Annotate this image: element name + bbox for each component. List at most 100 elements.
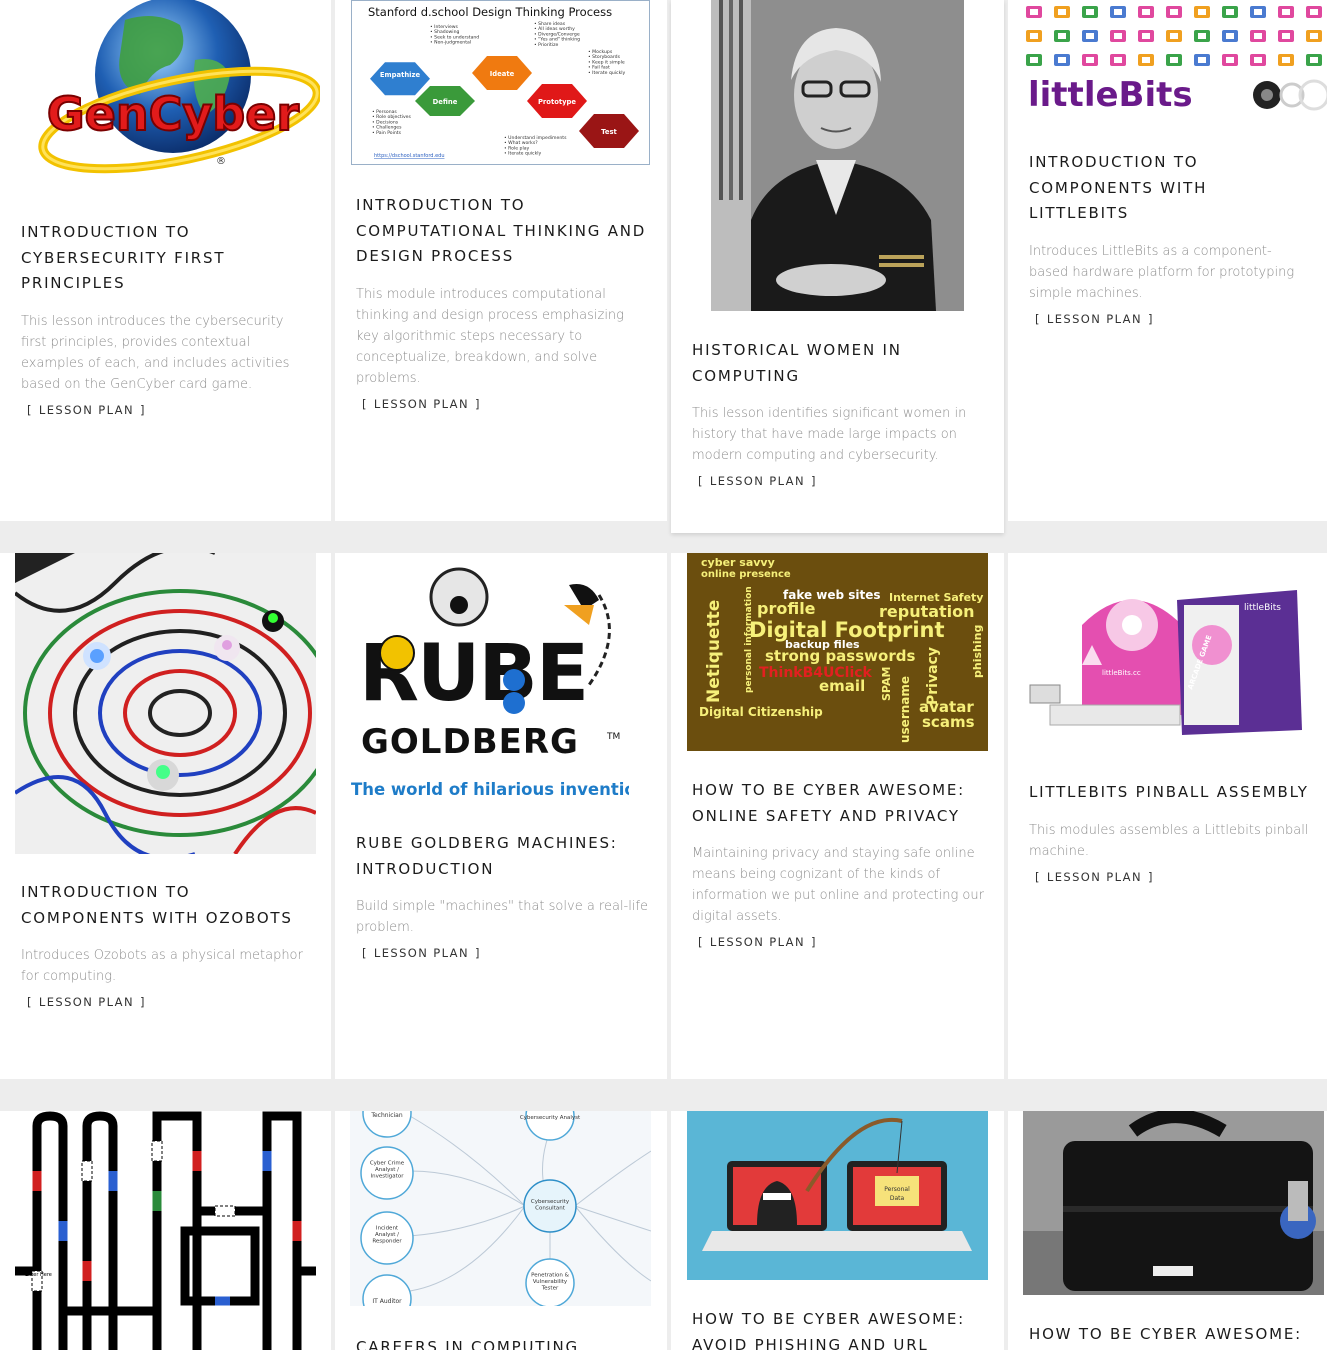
gencyber-logo-image[interactable]: GenCyber ® xyxy=(30,0,320,190)
svg-text:®: ® xyxy=(216,156,226,167)
svg-text:• Pain Points: • Pain Points xyxy=(372,130,402,136)
lesson-plan-link[interactable]: [Lesson Plan] xyxy=(356,946,487,960)
lesson-card-ozobot-maze[interactable]: Enter Here xyxy=(0,1111,331,1350)
svg-text:Cybersecurity Analyst: Cybersecurity Analyst xyxy=(520,1115,581,1121)
lesson-title[interactable]: Introduction to Computational Thinking a… xyxy=(356,193,649,270)
lesson-plan-link[interactable]: [Lesson Plan] xyxy=(692,474,823,488)
svg-text:• Challenges: • Challenges xyxy=(372,125,402,131)
lesson-title[interactable]: How to be Cyber Awesome: xyxy=(1029,1322,1309,1348)
portrait-photo-image[interactable] xyxy=(711,0,964,311)
svg-text:Enter Here: Enter Here xyxy=(25,1272,52,1278)
lesson-title[interactable]: Careers in Computing xyxy=(356,1335,649,1350)
svg-text:SPAM: SPAM xyxy=(880,667,893,701)
svg-text:• Prioritize: • Prioritize xyxy=(534,42,558,48)
svg-text:Netiquette: Netiquette xyxy=(704,600,724,703)
svg-text:IncidentAnalyst /Responder: Incident Analyst / Responder xyxy=(372,1226,402,1245)
lesson-description: This module introduces computational thi… xyxy=(356,286,624,386)
gencyber-logo-text: GenCyber xyxy=(47,87,300,141)
lesson-card-computational-thinking[interactable]: Stanford d.school Design Thinking Proces… xyxy=(335,0,667,521)
lesson-title[interactable]: Introduction to Components with LittleBi… xyxy=(1029,150,1309,227)
ozobot-maze-image[interactable]: Enter Here xyxy=(15,1111,316,1350)
lesson-card-rube-goldberg[interactable]: RUBE GOLDBERG TM The world of hilarious … xyxy=(335,553,667,1079)
svg-text:Stanford d.school Design Think: Stanford d.school Design Thinking Proces… xyxy=(368,5,612,19)
svg-text:• Fail fast: • Fail fast xyxy=(588,65,610,71)
rube-goldberg-logo-image[interactable]: RUBE GOLDBERG TM The world of hilarious … xyxy=(349,565,629,805)
lesson-plan-link[interactable]: [Lesson Plan] xyxy=(1029,312,1160,326)
lesson-card-careers[interactable]: Technician Cyber Crime Analyst / Investiga… xyxy=(335,1111,667,1350)
svg-text:• Mockups: • Mockups xyxy=(588,49,613,55)
svg-text:email: email xyxy=(819,677,865,695)
lesson-plan-link[interactable]: [Lesson Plan] xyxy=(21,403,152,417)
locked-case-photo[interactable] xyxy=(1023,1111,1324,1295)
svg-text:• Seek to understand: • Seek to understand xyxy=(430,34,479,40)
lesson-plan-link[interactable]: [Lesson Plan] xyxy=(356,397,487,411)
lesson-description: Introduces LittleBits as a component-bas… xyxy=(1029,243,1295,301)
svg-text:Technician: Technician xyxy=(370,1112,403,1119)
svg-text:personal information: personal information xyxy=(744,586,754,693)
lesson-title[interactable]: Rube Goldberg Machines: Introduction xyxy=(356,831,649,882)
svg-text:Empathize: Empathize xyxy=(380,71,421,79)
pinball-kit-photo[interactable]: littleBits ARCADE GAME littleBits.cc xyxy=(1022,565,1312,755)
lesson-card-littlebits[interactable]: littleBits Introduction to Components wi… xyxy=(1008,0,1327,521)
svg-text:Test: Test xyxy=(601,128,617,136)
svg-text:• Non-judgmental: • Non-judgmental xyxy=(430,40,471,46)
lesson-card-cyber-awesome-lock[interactable]: How to be Cyber Awesome: xyxy=(1008,1111,1327,1350)
svg-text:online presence: online presence xyxy=(701,569,791,580)
lesson-card-littlebits-pinball[interactable]: littleBits ARCADE GAME littleBits.cc Lit… xyxy=(1008,553,1327,1079)
svg-text:• Shadowing: • Shadowing xyxy=(430,29,459,35)
lesson-title[interactable]: How to be Cyber Awesome: Online Safety a… xyxy=(692,778,986,829)
digital-footprint-wordcloud-image[interactable]: cyber savvy online presence fake web sit… xyxy=(687,553,988,751)
svg-text:Ideate: Ideate xyxy=(490,70,515,78)
svg-text:• Iterate quickly: • Iterate quickly xyxy=(588,70,626,76)
svg-text:• Decisions: • Decisions xyxy=(372,119,399,125)
svg-text:• Storyboards: • Storyboards xyxy=(588,54,621,60)
svg-text:• "Yes and" thinking: • "Yes and" thinking xyxy=(534,37,580,43)
svg-text:Data: Data xyxy=(890,1195,905,1202)
lesson-title[interactable]: Introduction to Components with Ozobots xyxy=(21,880,313,931)
svg-text:IT Auditor: IT Auditor xyxy=(372,1298,402,1305)
svg-text:TM: TM xyxy=(606,732,620,742)
lesson-title[interactable]: Introduction to Cybersecurity First Prin… xyxy=(21,220,313,297)
lesson-title[interactable]: LittleBits Pinball Assembly xyxy=(1029,780,1309,806)
lesson-description: Build simple "machines" that solve a rea… xyxy=(356,899,649,935)
svg-text:username: username xyxy=(898,676,912,743)
svg-text:Digital Citizenship: Digital Citizenship xyxy=(699,705,823,719)
careers-diagram-image[interactable]: Technician Cyber Crime Analyst / Investiga… xyxy=(350,1111,651,1306)
svg-text:Privacy: Privacy xyxy=(925,647,941,705)
svg-text:• What works?: • What works? xyxy=(504,140,538,146)
lesson-title[interactable]: How to be Cyber Awesome: Avoid Phishing … xyxy=(692,1307,986,1350)
lesson-description: This lesson identifies significant women… xyxy=(692,406,967,463)
svg-text:strong passwords: strong passwords xyxy=(765,647,915,665)
svg-text:• Keep it simple: • Keep it simple xyxy=(588,59,625,65)
lesson-card-ozobots[interactable]: Introduction to Components with Ozobots … xyxy=(0,553,331,1079)
svg-text:phishing: phishing xyxy=(971,625,984,678)
rube-tagline: The world of hilarious invention! xyxy=(351,780,629,799)
svg-text:scams: scams xyxy=(922,713,975,731)
lesson-card-cybersecurity-principles[interactable]: GenCyber ® Introduction to Cybersecurity… xyxy=(0,0,331,521)
lesson-title[interactable]: Historical Women in Computing xyxy=(692,338,986,389)
svg-text:• Iterate quickly: • Iterate quickly xyxy=(504,151,542,157)
svg-text:littleBits.cc: littleBits.cc xyxy=(1102,669,1141,677)
lesson-description: This lesson introduces the cybersecurity… xyxy=(21,313,290,392)
lesson-plan-link[interactable]: [Lesson Plan] xyxy=(1029,870,1160,884)
design-thinking-diagram-image[interactable]: Stanford d.school Design Thinking Proces… xyxy=(351,0,650,165)
lesson-card-phishing[interactable]: Personal Data How to be Cyber Awesome: A… xyxy=(671,1111,1004,1350)
lesson-card-online-safety[interactable]: cyber savvy online presence fake web sit… xyxy=(671,553,1004,1079)
svg-text:• Role play: • Role play xyxy=(504,145,530,151)
svg-text:• Share ideas: • Share ideas xyxy=(534,21,566,27)
svg-text:Define: Define xyxy=(433,98,458,106)
ozobot-track-photo[interactable] xyxy=(15,553,316,854)
lesson-description: Introduces Ozobots as a physical metapho… xyxy=(21,948,303,984)
lesson-plan-link[interactable]: [Lesson Plan] xyxy=(21,995,152,1009)
svg-text:• All ideas worthy: • All ideas worthy xyxy=(534,26,575,32)
svg-text:Prototype: Prototype xyxy=(538,98,576,106)
lesson-description: This modules assembles a Littlebits pinb… xyxy=(1029,822,1309,859)
phishing-illustration-image[interactable]: Personal Data xyxy=(687,1111,988,1280)
littlebits-logo-text: littleBits xyxy=(1028,75,1193,115)
svg-text:• Personas: • Personas xyxy=(372,109,397,115)
svg-text:• Interviews: • Interviews xyxy=(430,24,459,30)
littlebits-components-image[interactable]: littleBits xyxy=(1022,0,1327,115)
lesson-card-historical-women[interactable]: Historical Women in Computing This lesso… xyxy=(671,0,1004,533)
lesson-description: Maintaining privacy and staying safe onl… xyxy=(692,846,984,924)
lesson-plan-link[interactable]: [Lesson Plan] xyxy=(692,935,823,949)
